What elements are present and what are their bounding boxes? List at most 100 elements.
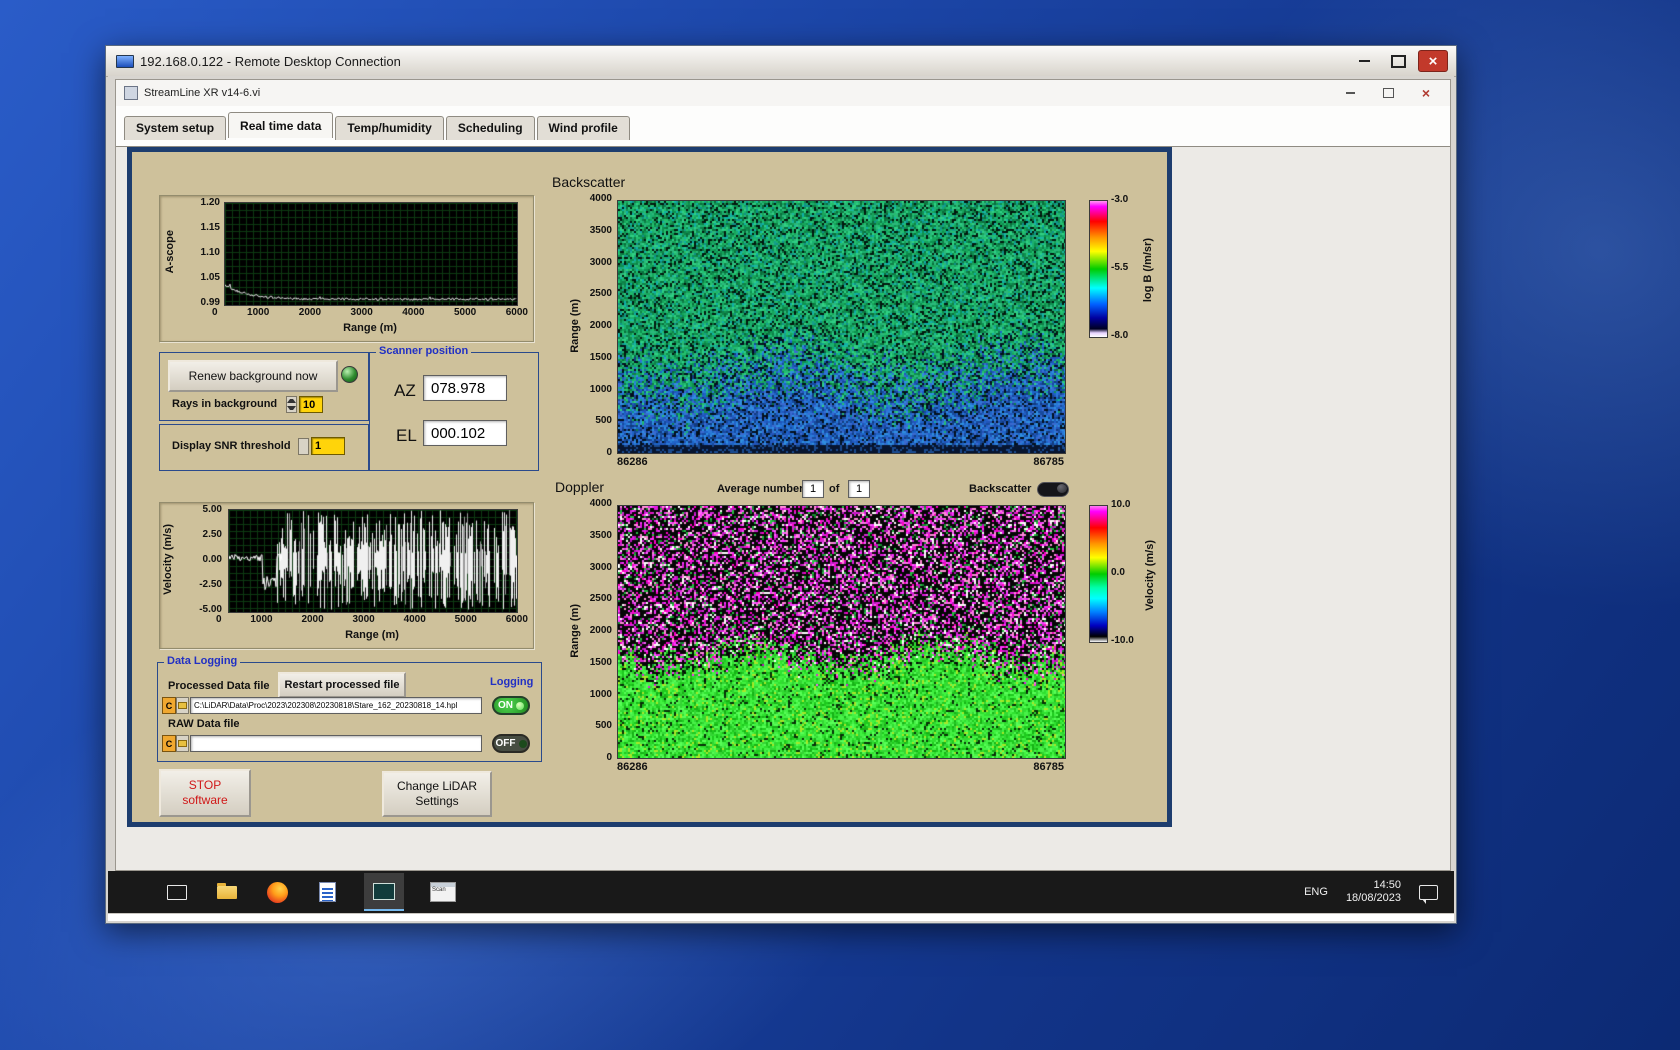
snr-threshold-label: Display SNR threshold [172, 440, 291, 452]
scanner-position-title: Scanner position [376, 345, 472, 357]
backscatter-ytick: 3500 [589, 224, 612, 236]
velocity-xtick: 2000 [301, 614, 324, 625]
doppler-ytick: 3000 [589, 561, 612, 573]
velocity-ytick: 5.00 [202, 504, 222, 515]
doppler-x-start: 86286 [617, 761, 648, 773]
doppler-y-axis-label: Range (m) [569, 604, 581, 658]
backscatter-cbar-tick: -5.5 [1111, 262, 1129, 273]
average-number-field[interactable]: 1 [802, 480, 824, 498]
raw-logging-off-button[interactable]: OFF [492, 734, 530, 753]
az-label: AZ [394, 381, 416, 400]
notification-center-icon[interactable] [1419, 884, 1438, 904]
processed-path-browse-button[interactable] [176, 697, 189, 714]
doppler-ytick: 0 [606, 752, 612, 763]
front-panel: A-scope 1.20 1.15 1.10 1.05 0.99 0 1000 … [127, 147, 1172, 827]
el-field[interactable]: 000.102 [423, 420, 507, 446]
velocity-plot-canvas [228, 509, 518, 613]
ascope-ytick: 1.05 [200, 272, 220, 283]
rays-in-background-field[interactable]: 10 [299, 396, 323, 413]
tab-temp-humidity[interactable]: Temp/humidity [335, 116, 444, 140]
velocity-xtick: 4000 [403, 614, 426, 625]
ascope-graph: A-scope 1.20 1.15 1.10 1.05 0.99 0 1000 … [159, 195, 534, 342]
backscatter-cbar-tick: -8.0 [1111, 330, 1129, 341]
rdp-close-button[interactable]: × [1418, 50, 1448, 72]
change-lidar-settings-button[interactable]: Change LiDAR Settings [382, 771, 492, 817]
data-logging-title: Data Logging [164, 655, 241, 667]
rays-in-background-label: Rays in background [172, 398, 278, 410]
velocity-ytick: -2.50 [199, 579, 222, 590]
ascope-xtick: 5000 [453, 307, 477, 318]
rdp-monitor-icon [116, 54, 134, 68]
clock-time: 14:50 [1373, 879, 1401, 891]
stop-software-button[interactable]: STOP software [159, 769, 251, 817]
ascope-xtick: 0 [212, 307, 218, 318]
average-of-field[interactable]: 1 [848, 480, 870, 498]
ascope-xtick: 3000 [350, 307, 373, 318]
ascope-xtick: 4000 [402, 307, 425, 318]
renew-background-button[interactable]: Renew background now [168, 360, 338, 392]
app-minimize-button[interactable] [1336, 84, 1364, 102]
doppler-cbar-tick: -10.0 [1111, 635, 1134, 646]
backscatter-ytick: 500 [595, 415, 612, 427]
app-window-title: StreamLine XR v14-6.vi [144, 87, 261, 99]
scan-scheduler-icon[interactable]: Scan [428, 877, 458, 907]
document-app-icon[interactable] [314, 877, 340, 907]
doppler-colorbar [1089, 505, 1108, 643]
raw-path-type-button[interactable]: C [162, 735, 176, 752]
backscatter-x-end: 86785 [1033, 456, 1064, 468]
raw-path-field[interactable] [190, 735, 482, 752]
snr-threshold-field[interactable]: 1 [311, 437, 345, 455]
doppler-ytick: 500 [595, 720, 612, 732]
rdp-maximize-button[interactable] [1384, 51, 1412, 71]
backscatter-ytick: 1500 [589, 351, 612, 363]
restart-processed-file-button[interactable]: Restart processed file [278, 672, 406, 698]
file-explorer-icon[interactable] [214, 877, 240, 907]
clock[interactable]: 14:50 18/08/2023 [1346, 879, 1401, 905]
backscatter-toggle[interactable] [1037, 482, 1069, 497]
velocity-xtick: 5000 [454, 614, 477, 625]
velocity-xtick: 1000 [250, 614, 273, 625]
doppler-ytick: 2500 [589, 593, 612, 605]
processed-logging-on-button[interactable]: ON [492, 696, 530, 715]
tab-system-setup[interactable]: System setup [124, 116, 227, 140]
tab-scheduling[interactable]: Scheduling [445, 116, 535, 140]
app-close-button[interactable]: × [1412, 84, 1440, 102]
ascope-ytick: 1.10 [200, 247, 220, 258]
ascope-y-axis-label: A-scope [164, 230, 176, 274]
data-logging-box: Data Logging Processed Data file Restart… [157, 655, 542, 762]
rdp-window: 192.168.0.122 - Remote Desktop Connectio… [105, 45, 1457, 924]
snr-spinner[interactable] [298, 438, 309, 455]
processed-data-file-label: Processed Data file [168, 680, 270, 692]
active-app-taskbar-button[interactable] [364, 873, 404, 911]
tab-wind-profile[interactable]: Wind profile [536, 116, 630, 140]
app-restore-button[interactable] [1374, 84, 1402, 102]
doppler-ytick: 3500 [589, 529, 612, 541]
velocity-xtick: 3000 [352, 614, 375, 625]
velocity-xtick: 6000 [505, 614, 528, 625]
rays-spinner[interactable] [286, 396, 297, 413]
average-of-label: of [829, 483, 840, 495]
tab-real-time-data[interactable]: Real time data [228, 112, 334, 138]
language-indicator[interactable]: ENG [1304, 886, 1328, 898]
processed-path-field[interactable]: C:\LiDAR\Data\Proc\2023\202308\20230818\… [190, 697, 482, 714]
backscatter-canvas [617, 200, 1066, 454]
velocity-xtick: 0 [216, 614, 222, 625]
velocity-graph: Velocity (m/s) 5.00 2.50 0.00 -2.50 -5.0… [159, 502, 534, 649]
doppler-colorbar-label: Velocity (m/s) [1144, 539, 1156, 611]
raw-path-browse-button[interactable] [176, 735, 189, 752]
rdp-window-title: 192.168.0.122 - Remote Desktop Connectio… [140, 53, 401, 69]
backscatter-colorbar [1089, 200, 1108, 338]
processed-path-type-button[interactable]: C [162, 697, 176, 714]
logging-label: Logging [490, 676, 534, 688]
ascope-plot-canvas [224, 202, 518, 306]
task-view-icon[interactable] [164, 877, 190, 907]
rdp-minimize-button[interactable] [1350, 51, 1378, 71]
az-field[interactable]: 078.978 [423, 375, 507, 401]
backscatter-ytick: 3000 [589, 256, 612, 268]
doppler-cbar-tick: 0.0 [1111, 567, 1125, 578]
doppler-x-end: 86785 [1033, 761, 1064, 773]
velocity-ytick: 0.00 [202, 554, 222, 565]
app-window: StreamLine XR v14-6.vi × System setup Re… [115, 79, 1451, 871]
firefox-icon[interactable] [264, 877, 290, 907]
snr-threshold-box: Display SNR threshold 1 [159, 424, 369, 471]
